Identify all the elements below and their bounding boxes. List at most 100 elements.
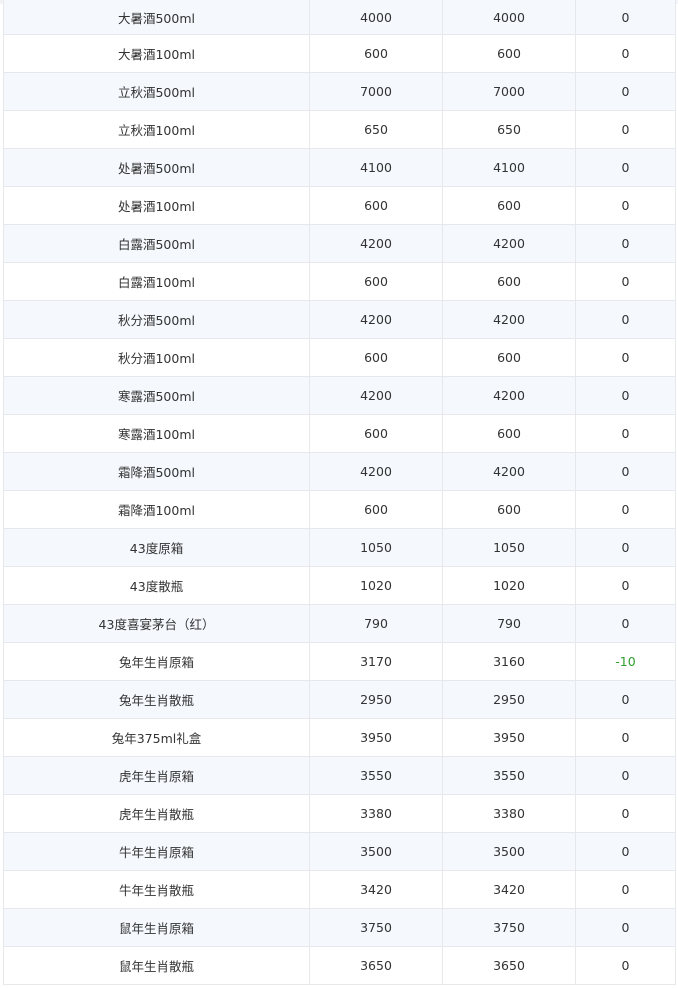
change-cell: -10: [575, 642, 676, 681]
product-name-cell: 兔年生肖散瓶: [3, 680, 310, 719]
price-table: 大暑酒500ml 4000 4000 0 大暑酒100ml 600 600 0 立秋酒500ml…: [3, 0, 676, 985]
price-cell: 4200: [309, 452, 443, 491]
price-cell: 3650: [309, 946, 443, 985]
table-row: 立秋酒100ml 650 650 0: [3, 110, 676, 149]
price-cell: 790: [309, 604, 443, 643]
product-name-cell: 寒露酒100ml: [3, 414, 310, 453]
price-cell: 3380: [442, 794, 576, 833]
change-cell: 0: [575, 490, 676, 529]
table-row: 虎年生肖散瓶 3380 3380 0: [3, 794, 676, 833]
change-cell: 0: [575, 338, 676, 377]
product-name-cell: 霜降酒100ml: [3, 490, 310, 529]
table-row: 大暑酒100ml 600 600 0: [3, 34, 676, 73]
change-cell: 0: [575, 262, 676, 301]
table-row: 霜降酒500ml 4200 4200 0: [3, 452, 676, 491]
table-row: 霜降酒100ml 600 600 0: [3, 490, 676, 529]
product-name-cell: 43度喜宴茅台（红）: [3, 604, 310, 643]
price-cell: 7000: [442, 72, 576, 111]
table-row: 大暑酒500ml 4000 4000 0: [3, 0, 676, 35]
price-cell: 600: [309, 490, 443, 529]
price-cell: 4000: [309, 0, 443, 35]
price-cell: 600: [309, 414, 443, 453]
table-row: 秋分酒500ml 4200 4200 0: [3, 300, 676, 339]
price-cell: 4200: [309, 376, 443, 415]
table-row: 白露酒500ml 4200 4200 0: [3, 224, 676, 263]
price-cell: 4200: [309, 224, 443, 263]
table-row: 寒露酒500ml 4200 4200 0: [3, 376, 676, 415]
price-cell: 3950: [309, 718, 443, 757]
table-row: 秋分酒100ml 600 600 0: [3, 338, 676, 377]
product-name-cell: 牛年生肖散瓶: [3, 870, 310, 909]
table-row: 牛年生肖原箱 3500 3500 0: [3, 832, 676, 871]
price-cell: 1020: [442, 566, 576, 605]
price-cell: 3550: [442, 756, 576, 795]
change-cell: 0: [575, 832, 676, 871]
change-cell: 0: [575, 794, 676, 833]
price-cell: 4100: [442, 148, 576, 187]
table-row: 43度原箱 1050 1050 0: [3, 528, 676, 567]
product-name-cell: 虎年生肖原箱: [3, 756, 310, 795]
price-cell: 4100: [309, 148, 443, 187]
product-name-cell: 秋分酒100ml: [3, 338, 310, 377]
change-cell: 0: [575, 224, 676, 263]
price-cell: 3950: [442, 718, 576, 757]
change-cell: 0: [575, 528, 676, 567]
product-name-cell: 大暑酒500ml: [3, 0, 310, 35]
price-cell: 600: [442, 34, 576, 73]
table-row: 立秋酒500ml 7000 7000 0: [3, 72, 676, 111]
change-cell: 0: [575, 604, 676, 643]
price-cell: 3500: [442, 832, 576, 871]
price-cell: 3420: [442, 870, 576, 909]
table-row: 处暑酒100ml 600 600 0: [3, 186, 676, 225]
price-cell: 600: [309, 186, 443, 225]
change-cell: 0: [575, 946, 676, 985]
change-cell: 0: [575, 452, 676, 491]
price-cell: 3750: [309, 908, 443, 947]
table-row: 43度喜宴茅台（红） 790 790 0: [3, 604, 676, 643]
change-cell: 0: [575, 72, 676, 111]
table-row: 兔年生肖原箱 3170 3160 -10: [3, 642, 676, 681]
table-row: 虎年生肖原箱 3550 3550 0: [3, 756, 676, 795]
change-cell: 0: [575, 376, 676, 415]
product-name-cell: 白露酒500ml: [3, 224, 310, 263]
price-cell: 4200: [442, 224, 576, 263]
price-cell: 3160: [442, 642, 576, 681]
change-cell: 0: [575, 186, 676, 225]
table-body: 大暑酒500ml 4000 4000 0 大暑酒100ml 600 600 0 立秋酒500ml…: [3, 0, 676, 985]
price-cell: 2950: [309, 680, 443, 719]
product-name-cell: 白露酒100ml: [3, 262, 310, 301]
product-name-cell: 鼠年生肖散瓶: [3, 946, 310, 985]
table-row: 43度散瓶 1020 1020 0: [3, 566, 676, 605]
product-name-cell: 处暑酒500ml: [3, 148, 310, 187]
change-cell: 0: [575, 0, 676, 35]
table-row: 寒露酒100ml 600 600 0: [3, 414, 676, 453]
change-cell: 0: [575, 908, 676, 947]
change-cell: 0: [575, 110, 676, 149]
product-name-cell: 秋分酒500ml: [3, 300, 310, 339]
price-cell: 790: [442, 604, 576, 643]
price-cell: 4200: [442, 300, 576, 339]
price-cell: 7000: [309, 72, 443, 111]
price-cell: 3380: [309, 794, 443, 833]
price-cell: 1050: [442, 528, 576, 567]
price-cell: 3170: [309, 642, 443, 681]
price-cell: 1020: [309, 566, 443, 605]
price-cell: 600: [442, 338, 576, 377]
table-row: 兔年生肖散瓶 2950 2950 0: [3, 680, 676, 719]
price-cell: 650: [309, 110, 443, 149]
price-cell: 4200: [442, 376, 576, 415]
price-cell: 650: [442, 110, 576, 149]
product-name-cell: 兔年生肖原箱: [3, 642, 310, 681]
price-cell: 4200: [442, 452, 576, 491]
table-row: 白露酒100ml 600 600 0: [3, 262, 676, 301]
change-cell: 0: [575, 756, 676, 795]
product-name-cell: 牛年生肖原箱: [3, 832, 310, 871]
change-cell: 0: [575, 566, 676, 605]
price-cell: 2950: [442, 680, 576, 719]
price-cell: 600: [442, 414, 576, 453]
price-cell: 4200: [309, 300, 443, 339]
change-cell: 0: [575, 870, 676, 909]
price-cell: 600: [309, 262, 443, 301]
price-cell: 1050: [309, 528, 443, 567]
table-row: 兔年375ml礼盒 3950 3950 0: [3, 718, 676, 757]
